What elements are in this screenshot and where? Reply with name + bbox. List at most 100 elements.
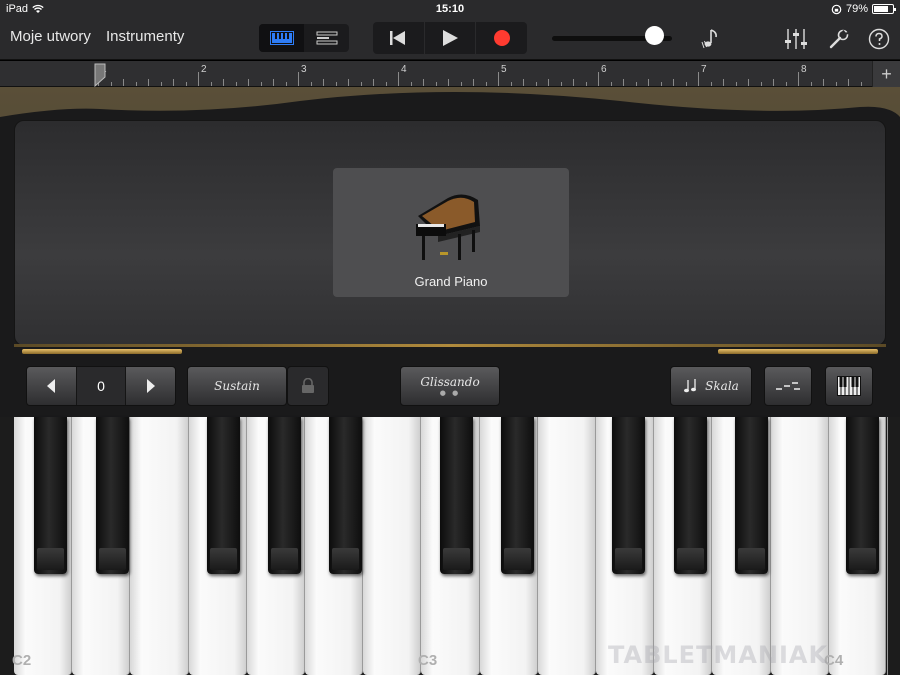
ruler-tick	[260, 82, 262, 86]
black-key[interactable]	[612, 417, 645, 574]
ruler-tick	[298, 72, 299, 86]
ruler-tick	[360, 82, 362, 86]
black-key[interactable]	[846, 417, 879, 574]
help-button[interactable]	[866, 26, 892, 52]
piano-keys-icon	[837, 376, 861, 396]
white-key[interactable]	[537, 417, 596, 675]
rotation-lock-icon	[831, 4, 842, 14]
ruler-tick	[748, 79, 749, 86]
my-songs-button[interactable]: Moje utwory	[10, 28, 91, 45]
ruler-tick	[848, 79, 849, 86]
ruler-tick	[710, 82, 712, 86]
notes-icon	[684, 379, 697, 393]
ruler-tick	[135, 82, 137, 86]
ruler-tick	[310, 82, 312, 86]
ruler-tick	[648, 79, 649, 86]
lock-icon	[302, 378, 314, 393]
ruler-tick	[335, 82, 337, 86]
black-key[interactable]	[268, 417, 301, 574]
ruler-bar-number: 7	[701, 64, 707, 75]
sustain-button[interactable]: Sustain	[187, 366, 287, 406]
ruler-tick	[698, 72, 699, 86]
play-icon	[443, 30, 458, 46]
gold-strip-right	[718, 349, 878, 354]
black-key[interactable]	[96, 417, 129, 574]
black-key[interactable]	[440, 417, 473, 574]
ruler-tick	[623, 79, 624, 86]
ruler-tick	[485, 82, 487, 86]
chevron-left-icon	[47, 379, 56, 393]
piano-keyboard: C2 C3 C4	[0, 417, 900, 675]
play-button[interactable]	[425, 22, 477, 54]
glissando-button[interactable]: Glissando ● ●	[400, 366, 500, 406]
black-key[interactable]	[34, 417, 67, 574]
ruler-tick	[523, 79, 524, 86]
black-key[interactable]	[735, 417, 768, 574]
black-key[interactable]	[501, 417, 534, 574]
ruler-tick	[398, 72, 399, 86]
gold-trim	[14, 344, 886, 347]
key-label-c2: C2	[12, 652, 32, 669]
keyboard-layout-button[interactable]	[825, 366, 873, 406]
ruler-tick	[185, 82, 187, 86]
ruler-bar-number: 3	[301, 64, 307, 75]
ruler-tick	[385, 82, 387, 86]
battery-icon	[872, 4, 896, 14]
instrument-selector[interactable]: Grand Piano	[333, 168, 569, 297]
arpeggiator-button[interactable]	[764, 366, 812, 406]
black-key[interactable]	[329, 417, 362, 574]
ruler-tick	[498, 72, 499, 86]
ruler-tick	[760, 82, 762, 86]
timeline-ruler[interactable]: 12345678 +	[0, 61, 900, 87]
page-dots: ● ●	[439, 389, 461, 397]
ruler-tick	[173, 79, 174, 86]
mixer-button[interactable]	[783, 26, 809, 52]
ruler-tick	[123, 79, 124, 86]
white-key[interactable]	[130, 417, 189, 675]
white-key[interactable]	[770, 417, 829, 675]
ruler-tick	[723, 79, 724, 86]
ruler-tick	[435, 82, 437, 86]
ruler-tick	[785, 82, 787, 86]
volume-knob[interactable]	[645, 26, 664, 45]
black-key[interactable]	[207, 417, 240, 574]
octave-down-button[interactable]	[27, 367, 77, 405]
metronome-button[interactable]	[697, 26, 723, 52]
ruler-tick	[148, 79, 149, 86]
scale-button[interactable]: Skala	[670, 366, 752, 406]
ruler-tick	[160, 82, 162, 86]
settings-button[interactable]	[826, 26, 852, 52]
black-key[interactable]	[674, 417, 707, 574]
help-icon	[868, 28, 890, 50]
ruler-tick	[510, 82, 512, 86]
instruments-button[interactable]: Instrumenty	[106, 28, 184, 45]
add-section-button[interactable]: +	[872, 61, 900, 87]
keyboard-view-button[interactable]	[259, 24, 304, 52]
ruler-tick	[210, 82, 212, 86]
ruler-tick	[273, 79, 274, 86]
white-key[interactable]	[363, 417, 422, 675]
ruler-tick	[460, 82, 462, 86]
arpeggio-icon	[776, 382, 800, 390]
ruler-tick	[285, 82, 287, 86]
playhead-icon[interactable]	[94, 63, 106, 87]
status-right: 79%	[831, 3, 896, 15]
sustain-lock-button[interactable]	[287, 366, 329, 406]
sustain-label: Sustain	[214, 379, 260, 393]
white-key[interactable]	[887, 417, 888, 675]
ruler-tick	[248, 79, 249, 86]
rewind-button[interactable]	[373, 22, 425, 54]
scale-label: Skala	[705, 379, 739, 393]
ruler-tick	[673, 79, 674, 86]
tracks-view-button[interactable]	[304, 24, 349, 52]
watermark: TABLETMANIAK	[608, 641, 829, 669]
ruler-tick	[410, 82, 412, 86]
grand-piano-icon	[416, 194, 480, 260]
octave-control: 0	[26, 366, 176, 406]
ruler-tick	[110, 82, 112, 86]
ruler-tick	[535, 82, 537, 86]
key-label-c3: C3	[418, 652, 438, 669]
record-button[interactable]	[476, 22, 527, 54]
ruler-bar-number: 6	[601, 64, 607, 75]
octave-up-button[interactable]	[126, 367, 175, 405]
